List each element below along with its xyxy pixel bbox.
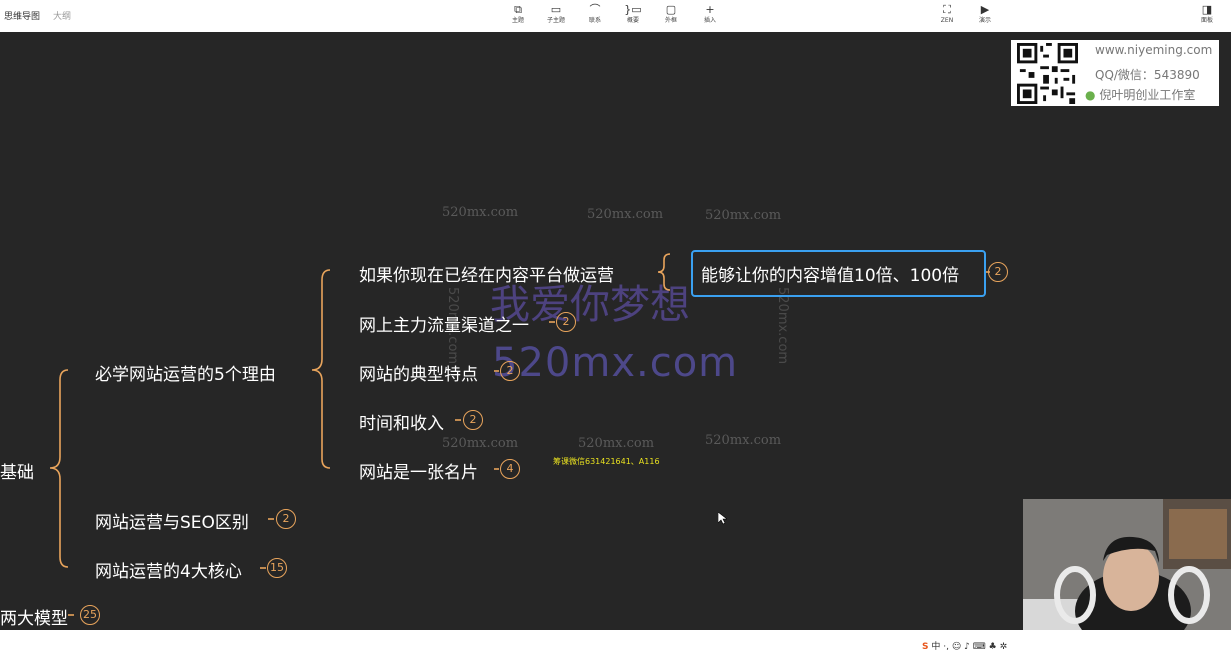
reason-node[interactable]: 网站的典型特点 bbox=[359, 360, 478, 385]
relation-label: 联系 bbox=[588, 17, 601, 24]
relation-button[interactable]: ⌒ 联系 bbox=[580, 3, 610, 25]
insert-label: 插入 bbox=[703, 17, 716, 24]
settings-icon[interactable]: ✲ bbox=[1000, 642, 1008, 652]
boundary-label: 外框 bbox=[664, 17, 677, 24]
topic-button[interactable]: ⧉ 主题 bbox=[503, 3, 533, 25]
tab-outline[interactable]: 大纲 bbox=[53, 9, 71, 22]
ad-overlay: www.niyeming.com QQ/微信：543890 ● 倪叶明创业工作室 bbox=[1011, 40, 1219, 106]
collapsed-count-badge[interactable]: 2 bbox=[988, 262, 1008, 282]
reason-node[interactable]: 网上主力流量渠道之一 bbox=[359, 311, 529, 336]
shirt-icon[interactable]: ♣ bbox=[989, 642, 997, 652]
top-toolbar: 思维导图 大纲 ⧉ 主题 ▭ 子主题 ⌒ 联系 }▭ 概要 ▢ 外框 + 插入 … bbox=[0, 0, 1231, 33]
summary-button[interactable]: }▭ 概要 bbox=[618, 3, 648, 25]
collapsed-count-badge[interactable]: 15 bbox=[267, 558, 287, 578]
punctuation-icon[interactable]: ·, bbox=[943, 642, 949, 652]
watermark-text: 520mx.com bbox=[442, 205, 519, 220]
boundary-button[interactable]: ▢ 外框 bbox=[656, 3, 686, 25]
tab-mindmap[interactable]: 思维导图 bbox=[4, 9, 40, 22]
ad-studio-text: 倪叶明创业工作室 bbox=[1099, 88, 1196, 102]
branch-core[interactable]: 网站运营的4大核心 bbox=[95, 557, 242, 582]
panel-icon: ◨ bbox=[1201, 3, 1213, 16]
branch-seo-difference[interactable]: 网站运营与SEO区别 bbox=[95, 508, 249, 533]
collapsed-count-badge[interactable]: 2 bbox=[500, 361, 520, 381]
sogou-icon[interactable]: S bbox=[922, 642, 928, 652]
reasons-brace bbox=[311, 269, 331, 469]
insert-icon: + bbox=[705, 3, 715, 16]
panel-button[interactable]: ◨ 面板 bbox=[1192, 3, 1222, 25]
model-node-partial[interactable]: 两大模型 bbox=[0, 604, 68, 629]
summary-label: 概要 bbox=[626, 17, 639, 24]
collapsed-count-badge[interactable]: 4 bbox=[500, 459, 520, 479]
selected-node[interactable]: 能够让你的内容增值10倍、100倍 bbox=[701, 261, 959, 286]
watermark-text: 520mx.com bbox=[705, 433, 782, 448]
reason-node[interactable]: 网站是一张名片 bbox=[359, 458, 478, 483]
zen-icon: ⛶ bbox=[943, 3, 951, 16]
root-brace bbox=[49, 369, 69, 568]
watermark-text: 520mx.com bbox=[578, 436, 655, 451]
wechat-icon: ● bbox=[1085, 88, 1096, 102]
branch-reasons[interactable]: 必学网站运营的5个理由 bbox=[95, 360, 276, 385]
boundary-icon: ▢ bbox=[665, 3, 677, 16]
watermark-big: 520mx.com bbox=[492, 340, 739, 386]
ime-mode-icon[interactable]: 中 bbox=[931, 642, 940, 652]
presentation-label: 演示 bbox=[978, 17, 991, 24]
zen-label: ZEN bbox=[940, 17, 954, 24]
collapsed-count-badge[interactable]: 2 bbox=[463, 410, 483, 430]
subtopic-icon: ▭ bbox=[550, 3, 562, 16]
insert-button[interactable]: + 插入 bbox=[695, 3, 725, 25]
presenter-video bbox=[1023, 499, 1231, 640]
ad-studio: ● 倪叶明创业工作室 bbox=[1085, 86, 1195, 103]
topic-icon: ⧉ bbox=[514, 3, 522, 16]
collapsed-count-badge[interactable]: 2 bbox=[556, 312, 576, 332]
panel-label: 面板 bbox=[1200, 17, 1213, 24]
zen-button[interactable]: ⛶ ZEN bbox=[932, 3, 962, 25]
cursor-icon bbox=[718, 512, 727, 525]
emoji-icon[interactable]: ☺ bbox=[952, 642, 961, 652]
mic-icon[interactable]: ♪ bbox=[964, 642, 970, 652]
watermark-text: 520mx.com bbox=[442, 436, 519, 451]
reason-node[interactable]: 如果你现在已经在内容平台做运营 bbox=[359, 261, 614, 286]
subtopic-button[interactable]: ▭ 子主题 bbox=[541, 3, 571, 25]
watermark-text: 520mx.com bbox=[705, 208, 782, 223]
collapsed-count-badge[interactable]: 2 bbox=[276, 509, 296, 529]
watermark-text: 520mx.com bbox=[587, 207, 664, 222]
watermark-text: 520mx.com bbox=[775, 287, 790, 365]
presentation-button[interactable]: ▶ 演示 bbox=[970, 3, 1000, 25]
collapsed-count-badge[interactable]: 25 bbox=[80, 605, 100, 625]
qr-code-icon bbox=[1017, 43, 1078, 104]
relation-icon: ⌒ bbox=[589, 3, 601, 16]
webcam-overlay bbox=[1023, 499, 1231, 640]
ime-tray: S 中 ·, ☺ ♪ ⌨ ♣ ✲ bbox=[922, 639, 1072, 652]
ad-site: www.niyeming.com bbox=[1095, 43, 1213, 57]
ad-qq: QQ/微信：543890 bbox=[1095, 68, 1200, 82]
keyboard-icon[interactable]: ⌨ bbox=[973, 642, 986, 652]
topic-label: 主题 bbox=[511, 17, 524, 24]
root-node-partial[interactable]: 基础 bbox=[0, 458, 34, 483]
presentation-icon: ▶ bbox=[980, 3, 990, 16]
overlay-watermark: 筹课微信631421641、A116 bbox=[553, 457, 660, 466]
subtopic-label: 子主题 bbox=[546, 17, 565, 24]
summary-icon: }▭ bbox=[624, 3, 642, 16]
reason-node[interactable]: 时间和收入 bbox=[359, 409, 444, 434]
